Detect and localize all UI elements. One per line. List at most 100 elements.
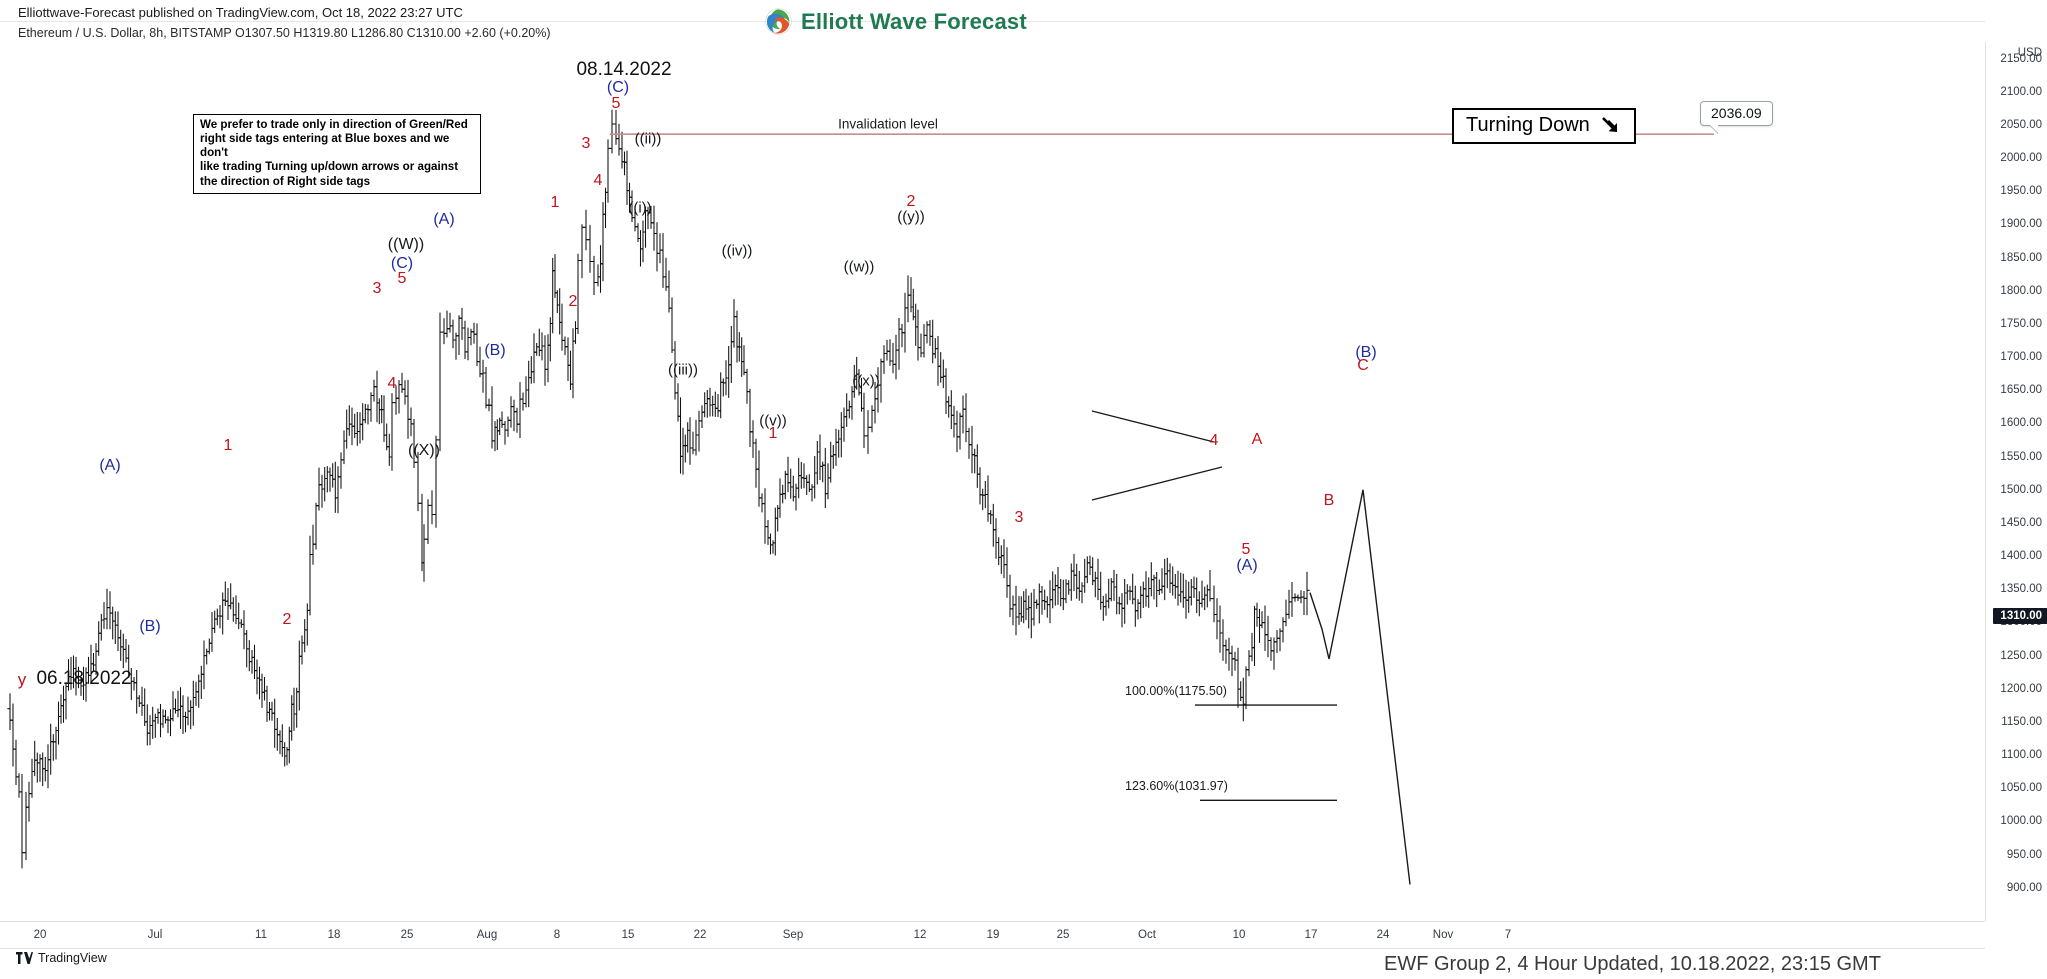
price-axis-tick-1550: 1550.00	[2000, 450, 2042, 463]
wave-label-ii-20: ((ii))	[634, 130, 662, 148]
time-axis-tick-22: 22	[693, 929, 707, 941]
wave-label-2-4: 2	[282, 611, 292, 628]
price-axis-tick-1800: 1800.00	[2000, 284, 2042, 297]
time-axis-tick-19: 19	[986, 929, 1000, 941]
time-axis-tick-24: 24	[1376, 929, 1390, 941]
price-axis-tick-1450: 1450.00	[2000, 516, 2042, 529]
turning-down-badge[interactable]: Turning Down	[1452, 108, 1636, 144]
brand-name: Elliott Wave Forecast	[801, 8, 1027, 34]
tradingview-chart-screenshot: Elliottwave-Forecast published on Tradin…	[0, 0, 2047, 979]
tradingview-label: TradingView	[38, 951, 107, 965]
wave-label-2-14: 2	[568, 293, 578, 310]
time-axis-tick-11: 11	[255, 929, 267, 941]
time-axis-tick-8: 8	[553, 929, 561, 941]
tradingview-watermark: TradingView	[16, 951, 107, 965]
price-axis-tick-1150: 1150.00	[2001, 715, 2042, 728]
brand-logo: Elliott Wave Forecast	[765, 8, 1027, 35]
wave-label-W-8: ((W))	[387, 236, 425, 253]
time-axis-tick-25: 25	[1056, 929, 1070, 941]
price-axis[interactable]: USD 2150.00 2100.00 2050.00 2000.00 1950.00 19…	[1985, 42, 2047, 921]
wave-label-C-18: (C)	[606, 79, 630, 96]
wave-label-1-13: 1	[550, 194, 560, 211]
wave-label-A-32: (A)	[1236, 557, 1258, 574]
wave-label-iii-21: ((iii))	[668, 361, 698, 379]
fib-label-100: 100.00%(1175.50)	[1125, 684, 1227, 699]
date-marker-1: 08.14.2022	[576, 59, 672, 80]
price-axis-tick-2000: 2000.00	[2000, 152, 2042, 165]
invalidation-label: Invalidation level	[838, 116, 938, 132]
note-line-3: like trading Turning up/down arrows or a…	[200, 160, 459, 174]
wave-label-iv-22: ((iv))	[721, 242, 753, 260]
arrow-down-right-icon	[1600, 115, 1622, 137]
wave-label-2-28: 2	[906, 193, 916, 210]
price-axis-tick-1750: 1750.00	[2000, 317, 2042, 330]
wave-label-B-12: (B)	[484, 342, 506, 359]
wave-label-A-33: A	[1251, 431, 1263, 448]
price-axis-tick-2150: 2150.00	[2000, 52, 2042, 65]
price-axis-tick-1050: 1050.00	[2000, 782, 2042, 795]
time-axis-tick-aug: Aug	[476, 929, 498, 941]
price-axis-tick-950: 950.00	[2006, 848, 2042, 861]
price-axis-tick-1700: 1700.00	[2000, 351, 2042, 364]
invalidation-price-bubble: 2036.09	[1700, 101, 1773, 126]
wave-label-B-34: B	[1323, 492, 1335, 509]
note-line-2: right side tags entering at Blue boxes a…	[200, 132, 450, 160]
projected-abc-path	[1309, 489, 1411, 885]
wave-label-y-27: ((y))	[897, 208, 925, 226]
price-axis-tick-1100: 1100.00	[2001, 749, 2042, 762]
time-axis-tick-oct: Oct	[1138, 929, 1156, 941]
date-marker-0: 06.18.2022	[36, 668, 132, 689]
wave-label-A-11: (A)	[433, 211, 455, 228]
price-axis-tick-2100: 2100.00	[2000, 85, 2042, 98]
wave-label-4-6: 4	[387, 375, 397, 392]
time-axis[interactable]: 20 Jul 11 18 25 Aug 8 15 22 Sep 12 19 25 Oct 10 17 24 Nov…	[0, 921, 1985, 949]
wave-label-4-30: 4	[1209, 432, 1219, 449]
wave-label-1-3: 1	[223, 437, 233, 454]
price-axis-tick-1500: 1500.00	[2000, 483, 2042, 496]
wave-label-A-1: (A)	[99, 457, 121, 474]
time-axis-tick-15: 15	[621, 929, 635, 941]
price-axis-tick-1650: 1650.00	[2000, 384, 2042, 397]
publisher-line: Elliottwave-Forecast published on Tradin…	[18, 5, 463, 20]
price-axis-tick-2050: 2050.00	[2000, 118, 2042, 131]
wave-label-3-29: 3	[1014, 509, 1024, 526]
time-axis-tick-25: 25	[400, 929, 414, 941]
time-axis-tick-12: 12	[913, 929, 927, 941]
symbol-ohlc-line: Ethereum / U.S. Dollar, 8h, BITSTAMP O13…	[18, 26, 551, 40]
current-price-tag: 1310.00	[1993, 607, 2047, 624]
note-line-4: the direction of Right side tags	[200, 174, 371, 188]
wave-label-w-25: ((w))	[843, 258, 875, 276]
wave-label-5-17: 5	[611, 95, 621, 112]
note-line-1: We prefer to trade only in direction of …	[200, 118, 468, 131]
wave-label-y-0: y	[17, 670, 27, 689]
price-axis-tick-900: 900.00	[2006, 881, 2042, 894]
time-axis-tick-7: 7	[1504, 929, 1512, 941]
wave-label-C-9: (C)	[390, 255, 414, 272]
price-axis-tick-1950: 1950.00	[2000, 185, 2042, 198]
time-axis-tick-20: 20	[33, 929, 47, 941]
wave-label-x-26: ((x))	[852, 372, 880, 390]
price-axis-tick-1000: 1000.00	[2000, 815, 2042, 828]
price-axis-tick-1850: 1850.00	[2000, 251, 2042, 264]
wave-label-i-19: ((i))	[628, 199, 652, 217]
time-axis-tick-nov: Nov	[1432, 929, 1454, 941]
turning-down-label: Turning Down	[1466, 114, 1590, 136]
time-axis-tick-18: 18	[327, 929, 341, 941]
price-axis-tick-1350: 1350.00	[2000, 583, 2042, 596]
time-axis-tick-17: 17	[1304, 929, 1318, 941]
tradingview-logo-icon	[16, 952, 33, 964]
price-axis-tick-1250: 1250.00	[2000, 649, 2042, 662]
wave-label-B-2: (B)	[139, 618, 161, 635]
wave-label-3-15: 3	[581, 135, 591, 152]
fib-label-1236: 123.60%(1031.97)	[1125, 779, 1228, 794]
price-axis-tick-1200: 1200.00	[2000, 682, 2042, 695]
wave-label-B-36: (B)	[1355, 344, 1377, 361]
time-axis-tick-sep: Sep	[782, 929, 804, 941]
time-axis-tick-10: 10	[1232, 929, 1246, 941]
wave-label-1-24: 1	[768, 425, 778, 442]
trading-rules-note: We prefer to trade only in direction of …	[193, 114, 481, 194]
elliott-wave-swirl-icon	[765, 8, 792, 35]
wave-label-4-16: 4	[593, 172, 603, 189]
price-axis-tick-1600: 1600.00	[2000, 417, 2042, 430]
price-axis-tick-1400: 1400.00	[2000, 550, 2042, 563]
